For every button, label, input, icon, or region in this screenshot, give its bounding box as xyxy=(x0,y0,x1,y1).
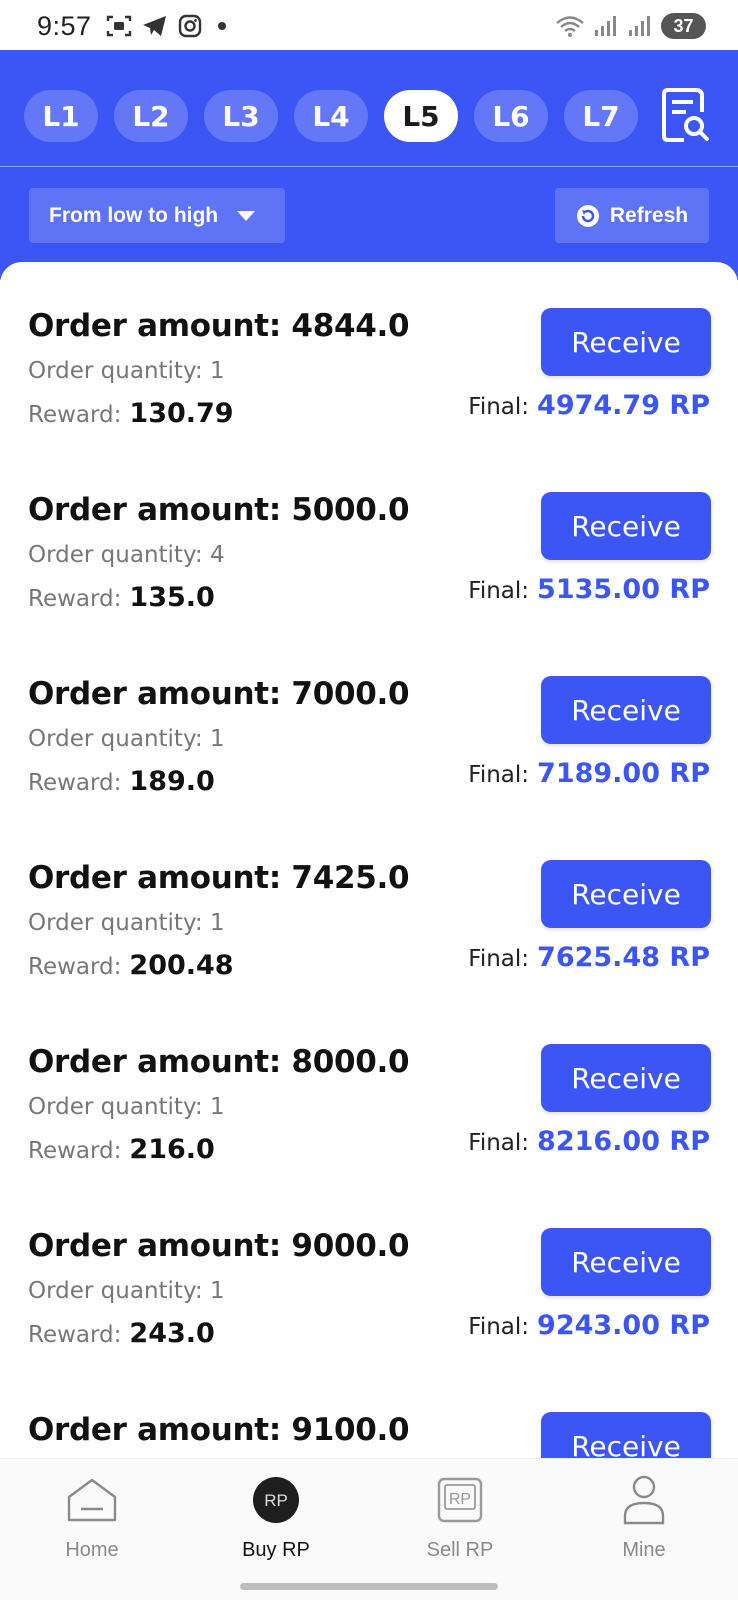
svg-text:RP: RP xyxy=(449,1491,471,1508)
order-list[interactable]: Order amount: 4844.0 Order quantity: 1 R… xyxy=(0,262,738,1458)
bottom-nav: Home RP Buy RP RP Sell RP Mine xyxy=(0,1458,738,1600)
receive-button[interactable]: Receive xyxy=(541,1044,711,1112)
instagram-icon xyxy=(178,14,201,38)
tab-l1[interactable]: L1 xyxy=(24,90,98,142)
receive-button[interactable]: Receive xyxy=(541,1412,711,1458)
order-item: Order amount: 5000.0 Order quantity: 4 R… xyxy=(0,446,738,634)
order-reward: Reward: 130.79 xyxy=(28,398,234,429)
sort-label: From low to high xyxy=(49,203,219,227)
refresh-button[interactable]: Refresh xyxy=(555,188,709,243)
order-reward: Reward: 216.0 xyxy=(28,1134,215,1165)
user-icon xyxy=(623,1475,665,1525)
tab-l5[interactable]: L5 xyxy=(384,90,458,142)
order-quantity: Order quantity: 1 xyxy=(28,726,225,752)
order-amount: Order amount: 8000.0 xyxy=(28,1044,410,1080)
receive-button[interactable]: Receive xyxy=(541,492,711,560)
sell-rp-icon: RP xyxy=(437,1477,483,1523)
nav-buy-rp-label: Buy RP xyxy=(242,1539,310,1561)
order-amount: Order amount: 9100.0 xyxy=(28,1412,410,1448)
nav-mine-label: Mine xyxy=(622,1539,666,1561)
status-time: 9:57 xyxy=(37,10,92,41)
order-quantity: Order quantity: 1 xyxy=(28,1094,225,1120)
order-amount: Order amount: 4844.0 xyxy=(28,308,410,344)
home-icon xyxy=(67,1478,117,1522)
nav-home-label: Home xyxy=(65,1539,119,1561)
order-reward: Reward: 200.48 xyxy=(28,950,234,981)
caret-down-icon xyxy=(237,210,256,221)
signal-icon-2 xyxy=(629,16,650,36)
order-item: Order amount: 7425.0 Order quantity: 1 R… xyxy=(0,814,738,1002)
order-amount: Order amount: 9000.0 xyxy=(28,1228,410,1264)
nav-mine[interactable]: Mine xyxy=(552,1473,736,1573)
nav-home[interactable]: Home xyxy=(0,1473,184,1573)
battery-indicator: 37 xyxy=(661,13,706,39)
order-amount: Order amount: 7425.0 xyxy=(28,860,410,896)
order-quantity: Order quantity: 1 xyxy=(28,910,225,936)
screenshot-icon xyxy=(106,15,131,37)
order-reward: Reward: 189.0 xyxy=(28,766,215,797)
tab-l7[interactable]: L7 xyxy=(564,90,638,142)
order-final: Final: 9243.00 RP xyxy=(468,1310,710,1341)
receive-button[interactable]: Receive xyxy=(541,1228,711,1296)
refresh-label: Refresh xyxy=(609,203,689,227)
tab-l4[interactable]: L4 xyxy=(294,90,368,142)
order-item: Order amount: 4844.0 Order quantity: 1 R… xyxy=(0,262,738,450)
buy-rp-icon: RP xyxy=(253,1477,299,1523)
home-indicator[interactable] xyxy=(240,1583,498,1590)
order-quantity: Order quantity: 1 xyxy=(28,1278,225,1304)
header-divider xyxy=(0,166,738,167)
nav-sell-rp[interactable]: RP Sell RP xyxy=(368,1473,552,1573)
tab-l3[interactable]: L3 xyxy=(204,90,278,142)
order-final: Final: 8216.00 RP xyxy=(468,1126,710,1157)
order-item: Order amount: 7000.0 Order quantity: 1 R… xyxy=(0,630,738,818)
order-final: Final: 7625.48 RP xyxy=(468,942,710,973)
order-amount: Order amount: 7000.0 xyxy=(28,676,410,712)
order-final: Final: 7189.00 RP xyxy=(468,758,710,789)
refresh-icon xyxy=(576,204,599,227)
order-item: Order amount: 9100.0 Receive xyxy=(0,1366,738,1458)
order-item: Order amount: 9000.0 Order quantity: 1 R… xyxy=(0,1182,738,1370)
tab-l6[interactable]: L6 xyxy=(474,90,548,142)
receive-button[interactable]: Receive xyxy=(541,676,711,744)
order-amount: Order amount: 5000.0 xyxy=(28,492,410,528)
status-bar: 9:57 37 xyxy=(0,0,738,52)
search-document-icon[interactable] xyxy=(660,88,710,144)
nav-buy-rp[interactable]: RP Buy RP xyxy=(184,1473,368,1573)
order-quantity: Order quantity: 1 xyxy=(28,358,225,384)
wifi-icon xyxy=(556,16,584,37)
order-quantity: Order quantity: 4 xyxy=(28,542,225,568)
header: L1 L2 L3 L4 L5 L6 L7 From low to high Re… xyxy=(0,50,738,280)
svg-text:RP: RP xyxy=(264,1491,288,1510)
receive-button[interactable]: Receive xyxy=(541,308,711,376)
signal-icon xyxy=(595,16,616,36)
tab-l2[interactable]: L2 xyxy=(114,90,188,142)
telegram-icon xyxy=(142,16,166,36)
order-final: Final: 5135.00 RP xyxy=(468,574,710,605)
order-reward: Reward: 243.0 xyxy=(28,1318,215,1349)
nav-sell-rp-label: Sell RP xyxy=(426,1539,494,1561)
level-tabs: L1 L2 L3 L4 L5 L6 L7 xyxy=(24,90,638,142)
order-item: Order amount: 8000.0 Order quantity: 1 R… xyxy=(0,998,738,1186)
sort-dropdown[interactable]: From low to high xyxy=(29,188,285,243)
order-final: Final: 4974.79 RP xyxy=(468,390,710,421)
order-reward: Reward: 135.0 xyxy=(28,582,215,613)
notification-dot-icon xyxy=(217,22,226,30)
receive-button[interactable]: Receive xyxy=(541,860,711,928)
